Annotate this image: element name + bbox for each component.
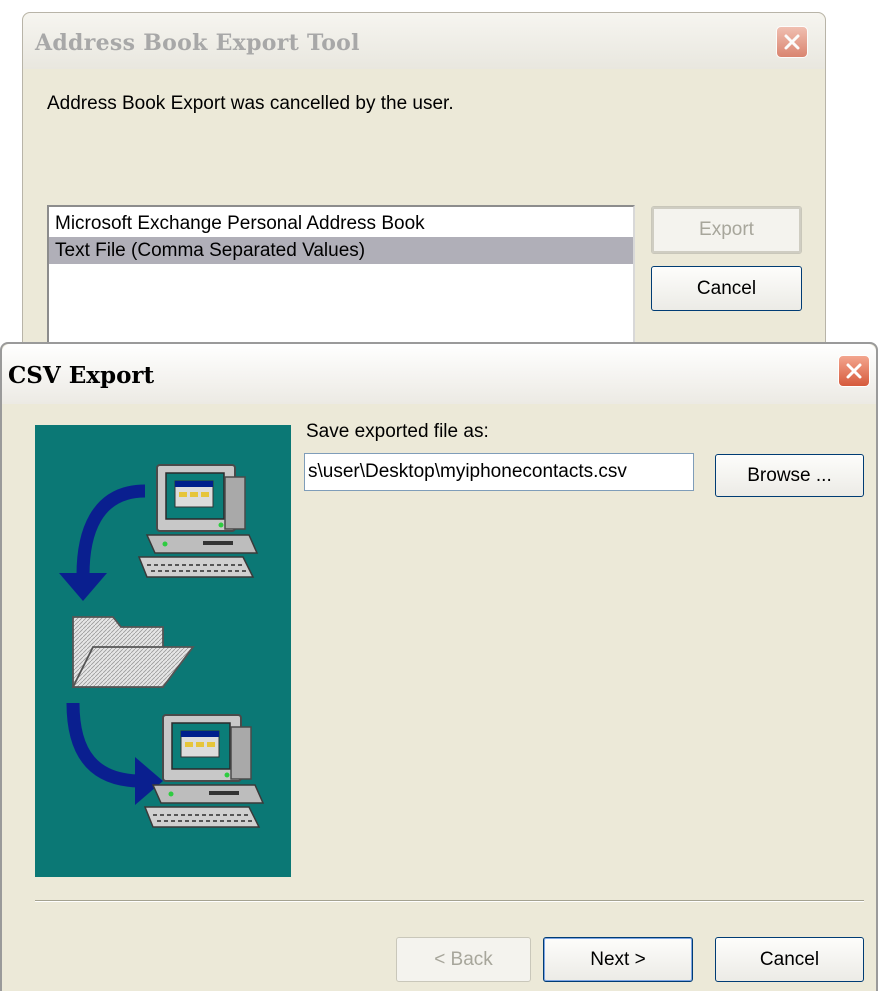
list-item[interactable]: Microsoft Exchange Personal Address Book [49, 210, 633, 237]
file-path-input[interactable] [304, 453, 694, 491]
save-as-label: Save exported file as: [306, 421, 489, 442]
title-bar[interactable]: CSV Export [2, 344, 876, 404]
cancel-button[interactable]: Cancel [715, 937, 864, 982]
dialog-title: Address Book Export Tool [35, 30, 360, 56]
export-format-list[interactable]: Microsoft Exchange Personal Address Book… [47, 205, 635, 365]
browse-button[interactable]: Browse ... [715, 454, 864, 497]
list-item-selected[interactable]: Text File (Comma Separated Values) [49, 237, 633, 264]
export-tool-dialog: Address Book Export Tool Address Book Ex… [22, 12, 826, 365]
next-button[interactable]: Next > [543, 937, 693, 982]
close-icon[interactable] [838, 355, 870, 387]
csv-export-dialog: CSV Export Save exported file as: s\user… [0, 342, 878, 991]
divider [35, 900, 864, 902]
back-button[interactable]: < Back [396, 937, 531, 982]
export-button[interactable]: Export [651, 206, 802, 254]
close-x-glyph [784, 34, 800, 50]
export-wizard-illustration [35, 425, 291, 877]
title-bar[interactable]: Address Book Export Tool [23, 13, 825, 69]
dialog-title: CSV Export [8, 362, 155, 389]
close-x-glyph [846, 363, 862, 379]
status-message: Address Book Export was cancelled by the… [47, 93, 454, 114]
close-icon[interactable] [776, 26, 808, 58]
cancel-button[interactable]: Cancel [651, 266, 802, 311]
